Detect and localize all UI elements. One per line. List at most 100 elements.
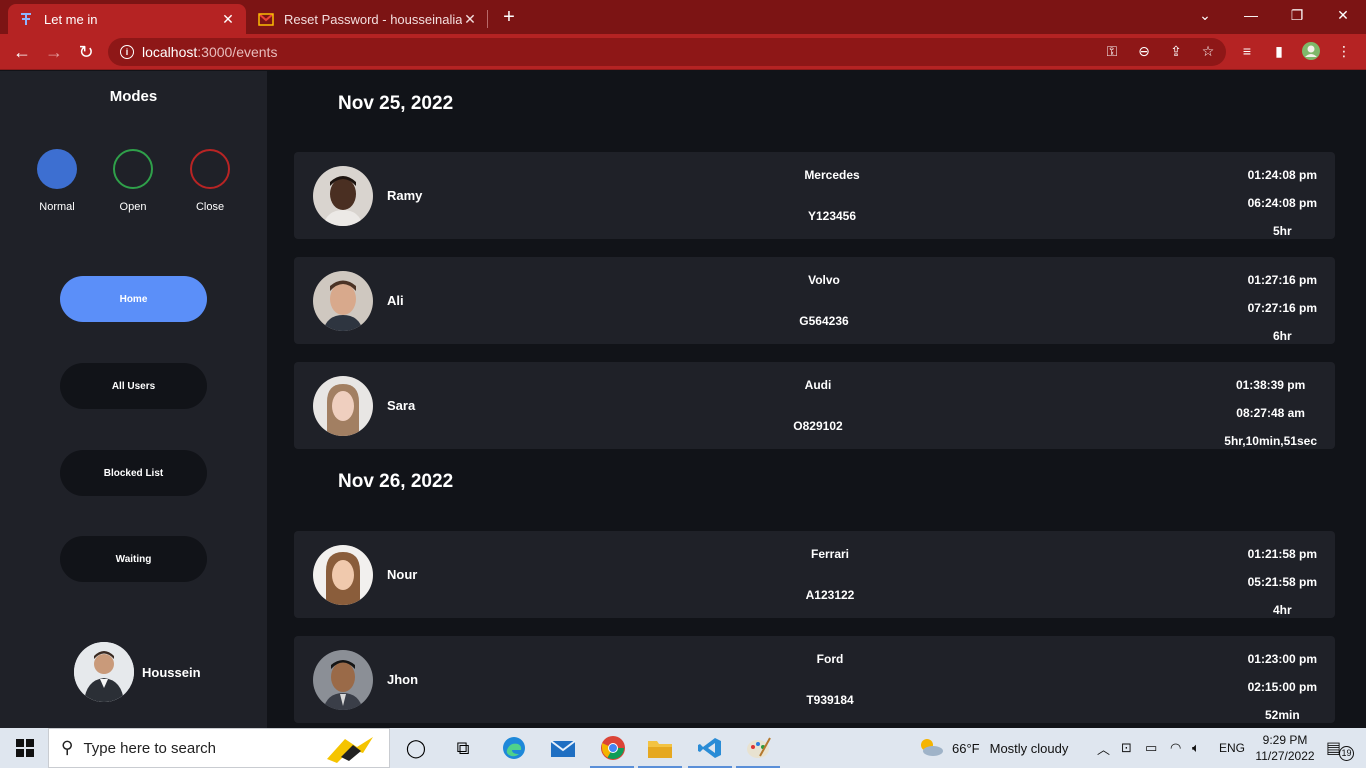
user-name: Sara — [387, 398, 416, 413]
windows-taskbar: ⚲ Type here to search ◯ ⧉ 66°F Mostly cl… — [0, 728, 1366, 768]
close-tab-icon[interactable]: ✕ — [462, 11, 478, 28]
time-in: 01:21:58 pm — [1247, 547, 1317, 561]
notification-center-icon[interactable]: ▤ 19 — [1322, 728, 1358, 768]
duration: 5hr,10min,51sec — [1224, 434, 1317, 448]
duration: 5hr — [1272, 224, 1292, 238]
windows-start-icon[interactable] — [8, 734, 42, 762]
wifi-icon[interactable]: ◠ — [1170, 728, 1181, 768]
user-name: Jhon — [387, 672, 419, 687]
car-model: Audi — [804, 378, 832, 392]
mode-close-circle-icon[interactable] — [190, 149, 230, 189]
reload-icon[interactable]: ↻ — [74, 40, 98, 64]
nav-blocked-list-button[interactable]: Blocked List — [60, 450, 207, 496]
event-card[interactable]: Jhon Ford T939184 01:23:00 pm 02:15:00 p… — [294, 636, 1335, 723]
address-bar[interactable]: i localhost:3000/events — [108, 38, 1226, 66]
sidebar: Modes Normal Open Close Home All Users B… — [0, 71, 267, 728]
event-card[interactable]: Ali Volvo G564236 01:27:16 pm 07:27:16 p… — [294, 257, 1335, 344]
time-block: 01:21:58 pm 05:21:58 pm 4hr — [1248, 540, 1317, 624]
date-heading: Nov 26, 2022 — [338, 471, 454, 492]
avatar — [313, 271, 373, 331]
weather-temp: 66°F — [952, 740, 980, 756]
chrome-icon[interactable] — [596, 734, 630, 762]
clock-date: 11/27/2022 — [1255, 749, 1315, 763]
event-card[interactable]: Sara Audi O829102 01:38:39 pm 08:27:48 a… — [294, 362, 1335, 449]
avatar — [313, 166, 373, 226]
avatar — [313, 545, 373, 605]
side-panel-icon[interactable]: ▮ — [1269, 41, 1289, 61]
mode-close[interactable]: Close — [180, 149, 240, 213]
mail-icon[interactable] — [546, 734, 580, 762]
mode-label: Normal — [39, 201, 75, 213]
close-tab-icon[interactable]: ✕ — [220, 11, 236, 28]
search-highlight-icon — [323, 733, 377, 768]
battery-icon[interactable]: ▭ — [1145, 728, 1157, 768]
close-window-icon[interactable]: ✕ — [1320, 0, 1366, 30]
forward-arrow-icon[interactable]: → — [42, 40, 66, 64]
tab-search-chevron-down-icon[interactable]: ⌄ — [1182, 0, 1228, 30]
restore-icon[interactable]: ❐ — [1274, 0, 1320, 30]
file-explorer-icon[interactable] — [643, 734, 677, 762]
user-name: Ali — [387, 293, 404, 308]
paint-icon[interactable] — [742, 734, 776, 762]
date-heading: Nov 25, 2022 — [338, 93, 454, 114]
mode-normal[interactable]: Normal — [27, 149, 87, 213]
time-out: 05:21:58 pm — [1247, 575, 1317, 589]
mode-open-circle-icon[interactable] — [113, 149, 153, 189]
plate-number: T939184 — [806, 693, 854, 707]
modes-title: Modes — [109, 88, 158, 105]
avatar — [313, 650, 373, 710]
nav-home-button[interactable]: Home — [60, 276, 207, 322]
weather-widget[interactable]: 66°F Mostly cloudy — [918, 728, 1068, 768]
vscode-icon[interactable] — [693, 734, 727, 762]
mode-label: Open — [119, 201, 147, 213]
clock[interactable]: 9:29 PM 11/27/2022 — [1252, 728, 1318, 768]
meet-now-icon[interactable]: ⊡ — [1121, 728, 1132, 768]
event-card[interactable]: Ramy Mercedes Y123456 01:24:08 pm 06:24:… — [294, 152, 1335, 239]
car-model: Ford — [816, 652, 844, 666]
tab-let-me-in[interactable]: Let me in ✕ — [8, 4, 246, 34]
browser-toolbar: ← → ↻ i localhost:3000/events ⚿ ⊖ ⇪ ☆ ≡ … — [0, 34, 1366, 70]
media-playlist-icon[interactable]: ≡ — [1237, 41, 1257, 61]
nav-waiting-button[interactable]: Waiting — [60, 536, 207, 582]
search-placeholder: Type here to search — [83, 739, 217, 757]
user-name: Nour — [387, 567, 418, 582]
tab-reset-password[interactable]: Reset Password - housseinalialdr ✕ — [250, 4, 486, 34]
bookmark-star-icon[interactable]: ☆ — [1198, 41, 1218, 61]
time-in: 01:38:39 pm — [1235, 378, 1306, 392]
language-indicator[interactable]: ENG — [1219, 728, 1245, 768]
car-model: Volvo — [808, 273, 840, 287]
mode-label: Close — [195, 201, 225, 213]
minimize-icon[interactable]: — — [1228, 0, 1274, 30]
nav-all-users-button[interactable]: All Users — [60, 363, 207, 409]
event-card[interactable]: Nour Ferrari A123122 01:21:58 pm 05:21:5… — [294, 531, 1335, 618]
mode-normal-circle-icon[interactable] — [37, 149, 77, 189]
volume-icon[interactable]: 🔈︎ — [1192, 728, 1200, 768]
time-out: 07:27:16 pm — [1247, 301, 1317, 315]
url-host: localhost — [142, 44, 198, 60]
avatar[interactable] — [74, 642, 134, 702]
profile-avatar-icon[interactable] — [1301, 41, 1321, 61]
events-main: Nov 25, 2022 Ramy Mercedes Y123456 01:24… — [267, 71, 1366, 728]
duration: 6hr — [1272, 329, 1292, 343]
cloudy-weather-icon — [918, 737, 944, 760]
time-block: 01:23:00 pm 02:15:00 pm 52min — [1248, 645, 1317, 728]
url-path: :3000/events — [197, 44, 278, 60]
time-block: 01:27:16 pm 07:27:16 pm 6hr — [1248, 266, 1317, 350]
taskbar-search-box[interactable]: ⚲ Type here to search — [48, 728, 390, 768]
edge-icon[interactable] — [497, 734, 531, 762]
share-icon[interactable]: ⇪ — [1166, 41, 1186, 61]
back-arrow-icon[interactable]: ← — [10, 40, 34, 64]
mode-open[interactable]: Open — [103, 149, 163, 213]
zoom-icon[interactable]: ⊖ — [1134, 41, 1154, 61]
site-info-icon[interactable]: i — [120, 45, 134, 59]
current-user-profile[interactable]: Houssein — [74, 642, 201, 702]
notification-count: 19 — [1339, 745, 1355, 761]
key-icon[interactable]: ⚿ — [1102, 41, 1122, 61]
show-hidden-icons-chevron-up-icon[interactable]: ︿ — [1097, 728, 1110, 768]
menu-kebab-icon[interactable]: ⋮ — [1334, 41, 1354, 61]
search-icon: ⚲ — [61, 738, 74, 757]
task-view-icon[interactable]: ⧉ — [446, 734, 480, 762]
new-tab-icon[interactable]: + — [498, 6, 520, 29]
browser-tab-strip: Let me in ✕ Reset Password - housseinali… — [0, 0, 1366, 34]
cortana-circle-icon[interactable]: ◯ — [399, 734, 433, 762]
